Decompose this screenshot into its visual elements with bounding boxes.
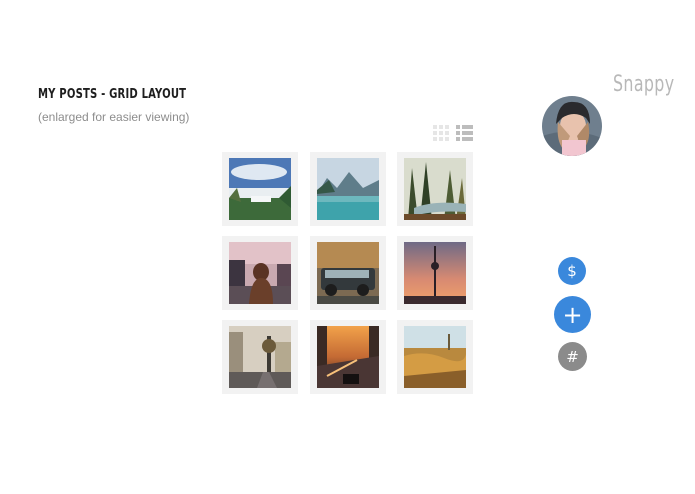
dollar-icon: $ [567, 262, 577, 280]
list-view-icon[interactable] [456, 125, 473, 147]
post-photo-tv-tower-sunset [404, 242, 466, 304]
post-photo-wheat-field [404, 326, 466, 388]
post-tile[interactable] [222, 236, 298, 310]
avatar[interactable] [542, 96, 602, 156]
dollar-button[interactable]: $ [558, 257, 586, 285]
post-photo-waterfall [229, 158, 291, 220]
post-tile[interactable] [310, 152, 386, 226]
plus-icon: + [562, 300, 583, 329]
post-tile[interactable] [222, 152, 298, 226]
page-subtitle: (enlarged for easier viewing) [38, 110, 190, 124]
post-photo-road-motorbike [317, 326, 379, 388]
page-title: My Posts - Grid Layout [38, 87, 187, 102]
grid-view-icon[interactable] [433, 125, 450, 147]
post-tile[interactable] [397, 320, 473, 394]
post-photo-car-street [317, 242, 379, 304]
post-photo-forest-river [404, 158, 466, 220]
post-photo-woman-street [229, 242, 291, 304]
add-post-button[interactable]: + [554, 296, 591, 333]
post-tile[interactable] [310, 320, 386, 394]
post-photo-mountain-lake [317, 158, 379, 220]
brand-logo: Snappy [613, 72, 675, 97]
post-tile[interactable] [222, 320, 298, 394]
post-tile[interactable] [397, 152, 473, 226]
post-photo-city-sunset-street [229, 326, 291, 388]
post-tile[interactable] [310, 236, 386, 310]
hashtag-button[interactable]: # [558, 342, 587, 371]
hashtag-icon: # [566, 347, 579, 366]
post-tile[interactable] [397, 236, 473, 310]
